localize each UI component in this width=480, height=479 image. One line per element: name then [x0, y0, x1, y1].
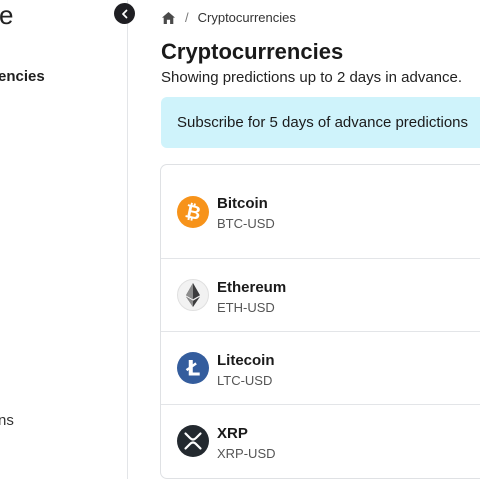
coin-ticker: LTC-USD — [217, 373, 273, 388]
sidebar-item-cryptocurrencies[interactable]: encies — [0, 68, 45, 85]
coin-row-bitcoin[interactable]: ₿ Bitcoin BTC-USD — [161, 165, 480, 259]
subscribe-banner[interactable]: Subscribe for 5 days of advance predicti… — [161, 97, 480, 148]
coin-row-xrp[interactable]: XRP XRP-USD — [161, 405, 480, 479]
coin-ticker: ETH-USD — [217, 300, 275, 315]
subscribe-banner-text: Subscribe for 5 days of advance predicti… — [177, 114, 468, 131]
coin-ticker: BTC-USD — [217, 216, 275, 231]
coin-list: ₿ Bitcoin BTC-USD Ethereum ETH-USD Ł Lit… — [160, 164, 480, 479]
breadcrumb-separator: / — [185, 10, 189, 25]
xrp-icon — [177, 425, 209, 457]
ethereum-icon — [177, 279, 209, 311]
main-content: / Cryptocurrencies Cryptocurrencies Show… — [129, 0, 480, 479]
page-title: Cryptocurrencies — [161, 39, 344, 64]
page-subtitle: Showing predictions up to 2 days in adva… — [161, 69, 463, 86]
coin-name: Bitcoin — [217, 195, 268, 212]
coin-row-litecoin[interactable]: Ł Litecoin LTC-USD — [161, 332, 480, 405]
breadcrumb: / Cryptocurrencies — [161, 10, 296, 25]
coin-row-ethereum[interactable]: Ethereum ETH-USD — [161, 259, 480, 332]
coin-name: Litecoin — [217, 352, 275, 369]
coin-ticker: XRP-USD — [217, 446, 276, 461]
sidebar: e encies ns — [0, 0, 128, 479]
sidebar-collapse-button[interactable] — [114, 3, 135, 24]
coin-name: Ethereum — [217, 279, 287, 296]
sidebar-item-bottom[interactable]: ns — [0, 412, 14, 429]
coin-name: XRP — [217, 425, 248, 442]
home-icon[interactable] — [161, 10, 176, 25]
sidebar-brand[interactable]: e — [0, 0, 13, 30]
litecoin-icon: Ł — [177, 352, 209, 384]
svg-text:Ł: Ł — [186, 357, 200, 381]
chevron-left-icon — [121, 9, 127, 18]
breadcrumb-current: Cryptocurrencies — [197, 10, 296, 25]
bitcoin-icon: ₿ — [177, 196, 209, 228]
